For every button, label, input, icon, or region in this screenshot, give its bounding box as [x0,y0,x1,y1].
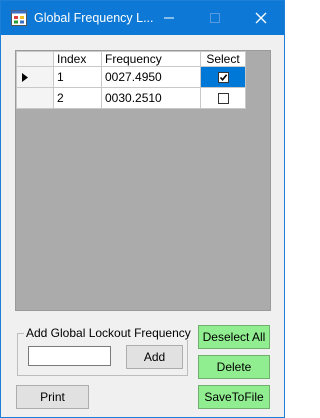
select-checkbox-unchecked[interactable] [217,93,229,105]
cell-frequency[interactable]: 0027.4950 [101,66,201,88]
title-bar[interactable]: Global Frequency L... [1,1,284,35]
column-header-select[interactable]: Select [200,51,246,67]
minimize-icon [164,17,174,19]
frequency-table: Index Frequency Select 1 0027.4950 2 003… [16,51,246,109]
column-header-frequency[interactable]: Frequency [101,51,201,67]
maximize-button[interactable] [192,1,238,35]
select-checkbox-checked[interactable] [217,72,229,84]
frequency-grid[interactable]: Index Frequency Select 1 0027.4950 2 003… [15,50,271,311]
cell-index[interactable]: 2 [53,87,102,109]
delete-button[interactable]: Delete [198,355,270,379]
cell-select[interactable] [200,87,246,109]
frequency-input[interactable] [28,346,111,366]
checkmark-icon [219,74,227,82]
print-button[interactable]: Print [16,385,89,409]
deselect-all-button[interactable]: Deselect All [198,325,270,349]
minimize-button[interactable] [146,1,192,35]
current-row-arrow-icon [22,72,28,82]
column-header-index[interactable]: Index [53,51,102,67]
cell-select[interactable] [200,66,246,88]
cell-index[interactable]: 1 [53,66,102,88]
grid-header-row: Index Frequency Select [16,51,246,67]
group-legend: Add Global Lockout Frequency [24,326,193,340]
add-button[interactable]: Add [126,345,183,369]
window-title: Global Frequency L... [34,11,154,25]
grid-corner-header[interactable] [16,51,54,67]
form-app-icon [11,10,27,26]
save-to-file-button[interactable]: SaveToFile [198,385,270,409]
close-icon [255,12,267,24]
maximize-icon [210,13,220,23]
row-header[interactable] [16,66,54,88]
table-row[interactable]: 2 0030.2510 [16,87,246,109]
cell-frequency[interactable]: 0030.2510 [101,87,201,109]
add-lockout-group: Add Global Lockout Frequency Add [17,326,193,376]
row-header[interactable] [16,87,54,109]
table-row[interactable]: 1 0027.4950 [16,66,246,88]
close-button[interactable] [238,1,284,35]
app-window: Global Frequency L... Index Frequency Se… [0,0,285,418]
